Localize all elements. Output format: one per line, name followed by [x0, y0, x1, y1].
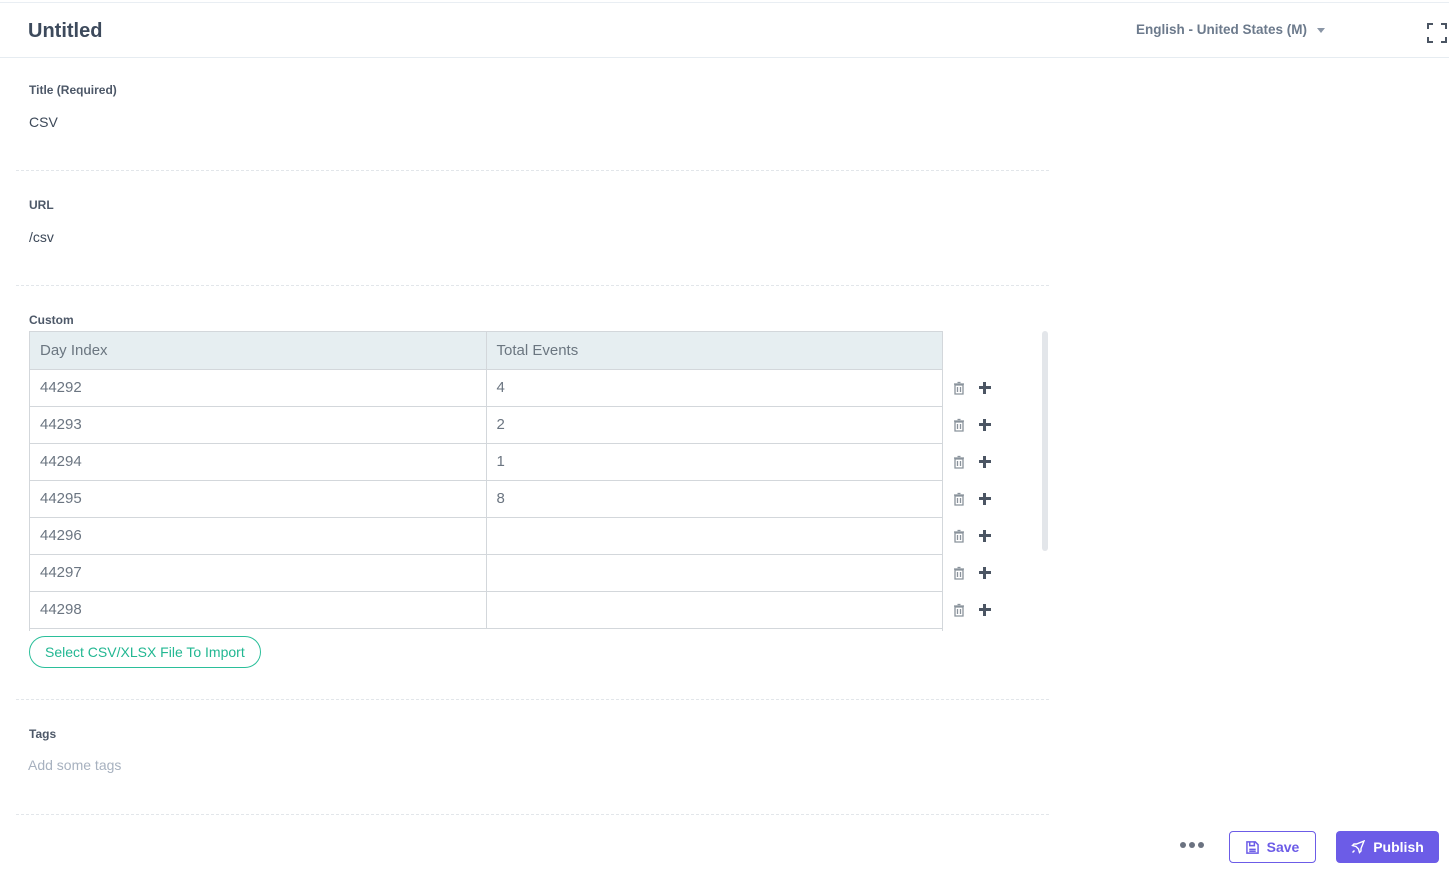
- row-actions: [948, 480, 998, 517]
- row-actions: [948, 591, 998, 628]
- plus-icon[interactable]: [979, 603, 991, 616]
- language-label: English - United States (M): [1136, 22, 1308, 37]
- plus-icon[interactable]: [979, 529, 991, 542]
- cell-total-events[interactable]: [486, 517, 942, 555]
- page-title: Untitled: [28, 20, 103, 42]
- table-scrollbar[interactable]: [1042, 331, 1048, 551]
- save-label: Save: [1266, 839, 1300, 855]
- cell-total-events[interactable]: 1: [486, 443, 942, 481]
- cell-day-index[interactable]: 44292: [30, 369, 487, 407]
- row-actions: [948, 443, 998, 480]
- cell-day-index[interactable]: 44298: [30, 591, 487, 629]
- url-input[interactable]: /csv: [29, 229, 54, 245]
- cell-total-events[interactable]: 8: [486, 480, 942, 518]
- table-row: 44297: [30, 554, 942, 592]
- title-label: Title (Required): [29, 83, 117, 97]
- plus-icon[interactable]: [979, 381, 991, 394]
- publish-label: Publish: [1373, 839, 1424, 855]
- more-dot: [1180, 842, 1186, 848]
- cell-total-events[interactable]: 4: [486, 369, 942, 407]
- cell-day-index[interactable]: 44296: [30, 517, 487, 555]
- fullscreen-icon[interactable]: [1427, 23, 1447, 43]
- trash-icon[interactable]: [951, 454, 967, 470]
- plus-icon[interactable]: [979, 566, 991, 579]
- row-actions: [948, 369, 998, 406]
- custom-data-table: Day Index Total Events 44292 4 44293 2 44294…: [29, 331, 943, 631]
- rocket-icon: [1351, 840, 1366, 854]
- table-row: 44295 8: [30, 480, 942, 518]
- trash-icon[interactable]: [951, 528, 967, 544]
- tags-input[interactable]: Add some tags: [28, 757, 121, 773]
- floppy-disk-icon: [1245, 840, 1259, 854]
- chevron-down-icon: [1317, 28, 1326, 33]
- cell-day-index[interactable]: 44293: [30, 406, 487, 444]
- row-actions: [948, 517, 998, 554]
- more-options-button[interactable]: [1180, 842, 1204, 848]
- table-row: 44292 4: [30, 369, 942, 407]
- table-row: 44294 1: [30, 443, 942, 481]
- url-label: URL: [29, 198, 54, 212]
- trash-icon[interactable]: [951, 491, 967, 507]
- table-row: 44293 2: [30, 406, 942, 444]
- table-row: 44298: [30, 591, 942, 629]
- cell-total-events[interactable]: 2: [486, 406, 942, 444]
- row-actions: [948, 406, 998, 443]
- row-actions: [948, 554, 998, 591]
- cell-day-index[interactable]: 44297: [30, 554, 487, 592]
- trash-icon[interactable]: [951, 417, 967, 433]
- plus-icon[interactable]: [979, 492, 991, 505]
- tags-label: Tags: [29, 727, 57, 741]
- tags-section: Tags Add some tags: [16, 700, 1049, 815]
- cell-day-index[interactable]: 44294: [30, 443, 487, 481]
- more-dot: [1189, 842, 1195, 848]
- cell-total-events[interactable]: [486, 591, 942, 629]
- table-row: 44296: [30, 517, 942, 555]
- table-header-row: Day Index Total Events: [30, 332, 942, 370]
- publish-button[interactable]: Publish: [1336, 831, 1439, 863]
- cell-day-index[interactable]: 44295: [30, 480, 487, 518]
- trash-icon[interactable]: [951, 602, 967, 618]
- title-input[interactable]: CSV: [29, 114, 58, 130]
- plus-icon[interactable]: [979, 418, 991, 431]
- page-header: Untitled English - United States (M): [0, 3, 1449, 58]
- custom-label: Custom: [29, 313, 74, 327]
- column-header-day-index: Day Index: [30, 332, 487, 370]
- cell-total-events[interactable]: [486, 554, 942, 592]
- import-file-button[interactable]: Select CSV/XLSX File To Import: [29, 636, 261, 668]
- plus-icon[interactable]: [979, 455, 991, 468]
- trash-icon[interactable]: [951, 380, 967, 396]
- more-dot: [1198, 842, 1204, 848]
- trash-icon[interactable]: [951, 565, 967, 581]
- title-section: Title (Required) CSV: [16, 58, 1049, 171]
- url-section: URL /csv: [16, 171, 1049, 286]
- language-selector[interactable]: English - United States (M): [1136, 22, 1326, 37]
- save-button[interactable]: Save: [1229, 831, 1316, 863]
- column-header-total-events: Total Events: [486, 332, 942, 370]
